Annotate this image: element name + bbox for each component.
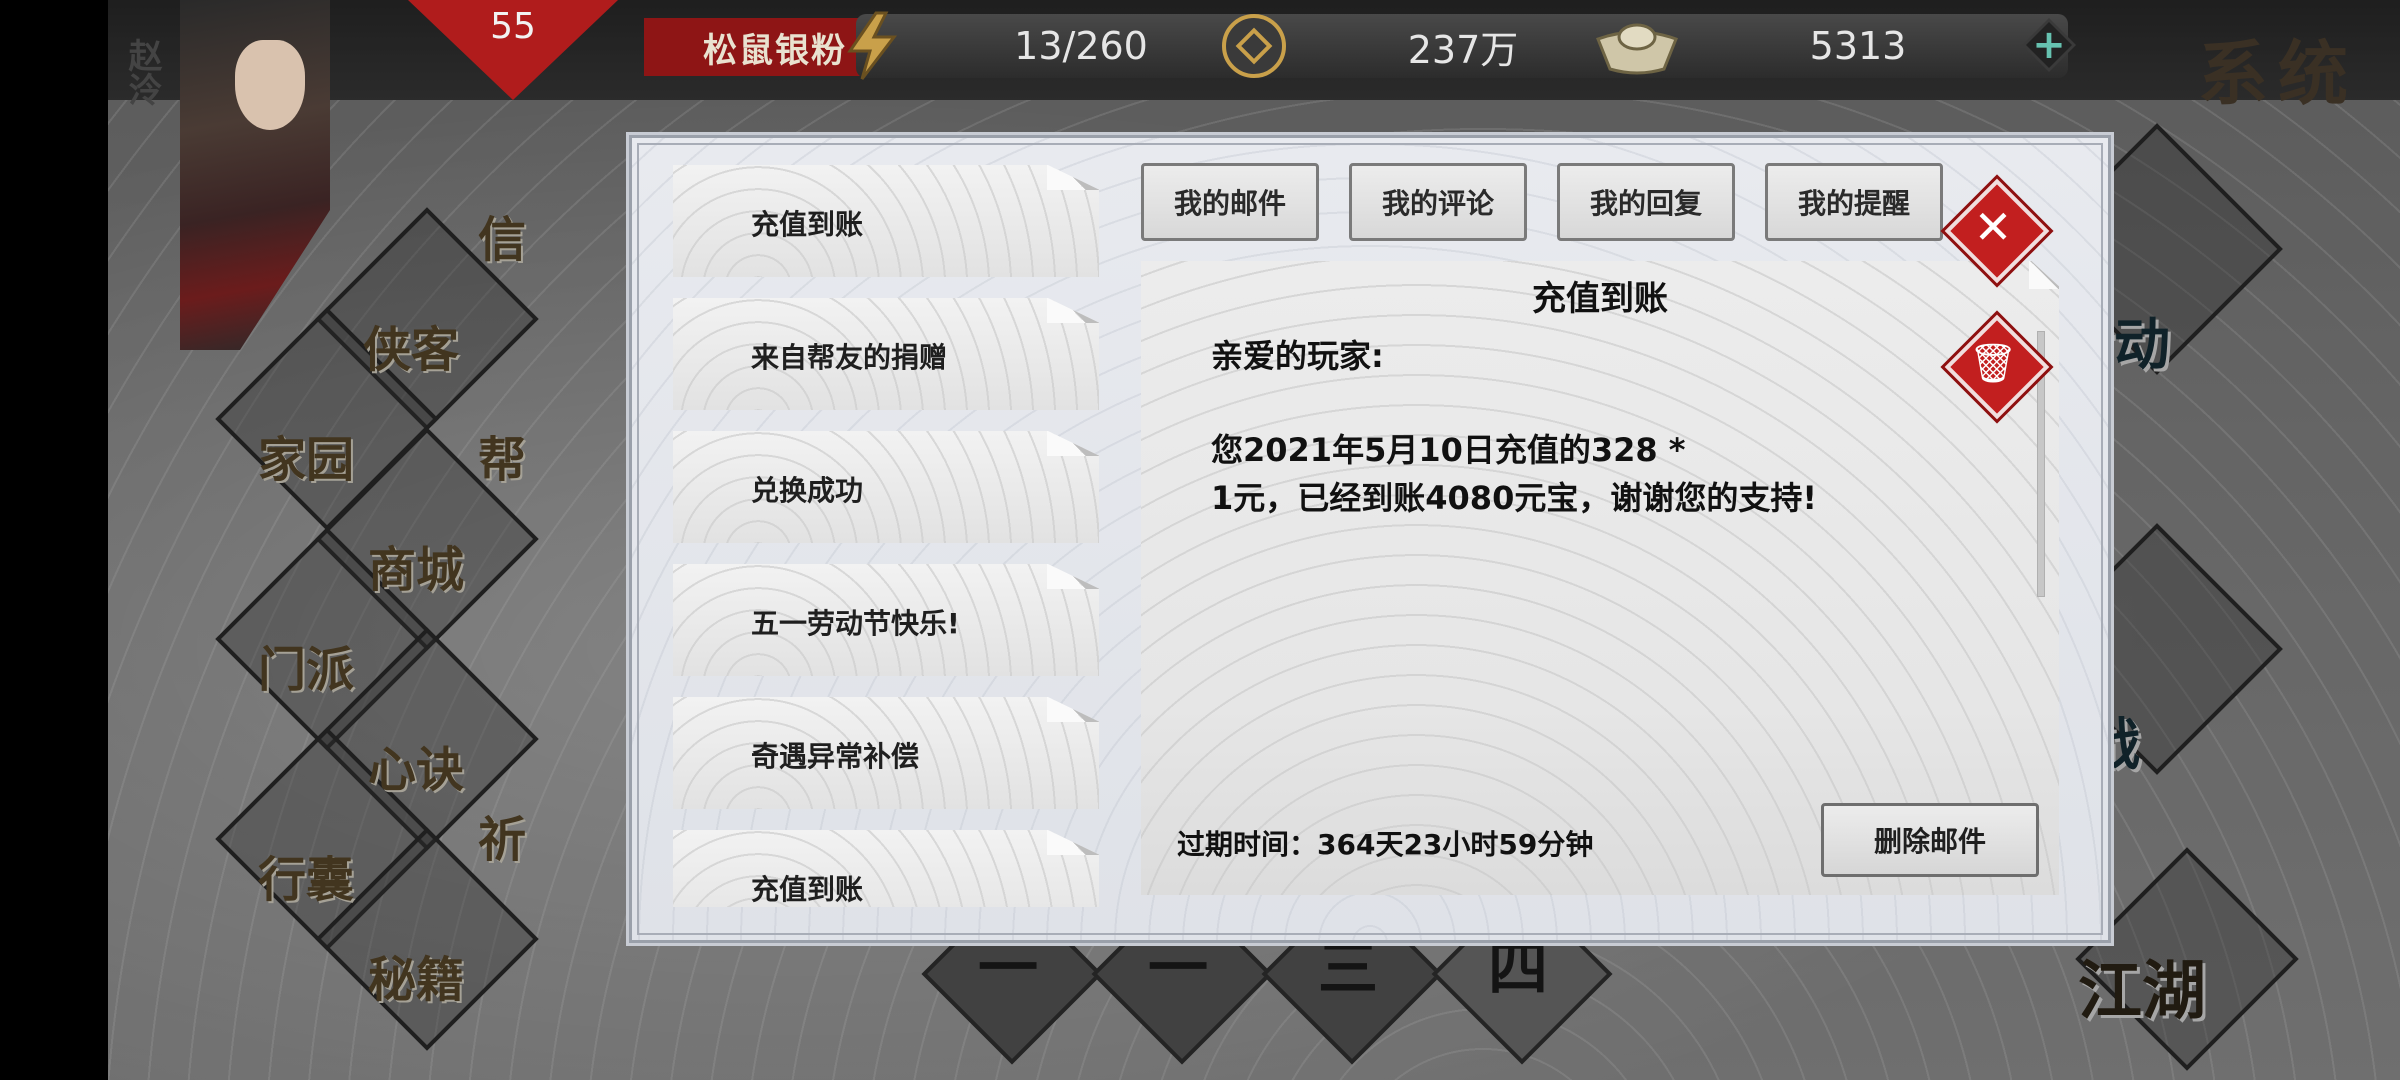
tab-my-mail[interactable]: 我的邮件 <box>1141 163 1319 241</box>
player-level: 55 <box>490 6 536 47</box>
menu-label-pray[interactable]: 祈 <box>478 800 526 870</box>
lightning-icon <box>836 10 908 82</box>
mail-body-line-1: 您2021年5月10日充值的328 * <box>1211 431 1686 469</box>
energy-value: 13/260 <box>1014 24 1148 68</box>
mail-item-label: 五一劳动节快乐! <box>751 607 960 640</box>
mail-dialog: 充值到账 来自帮友的捐赠 兑换成功 五一劳动节快乐! 奇遇异常补偿 充值到账 我… <box>626 132 2114 946</box>
player-name: 赵泠 <box>122 38 162 106</box>
energy-resource: 13/260 + <box>847 11 1284 80</box>
menu-label-mail[interactable]: 信 <box>478 200 526 270</box>
mail-body-line-2: 1元，已经到账4080元宝，谢谢您的支持! <box>1211 479 1817 517</box>
mail-item[interactable]: 充值到账 <box>673 165 1099 277</box>
mail-item[interactable]: 来自帮友的捐赠 <box>673 298 1099 410</box>
mail-item-label: 奇遇异常补偿 <box>751 740 920 773</box>
menu-label-skill[interactable]: 心诀 <box>368 730 464 800</box>
copper-coin-icon <box>1218 10 1290 82</box>
mail-item-label: 充值到账 <box>751 873 864 906</box>
mail-item[interactable]: 五一劳动节快乐! <box>673 564 1099 676</box>
mail-item-label: 充值到账 <box>751 208 864 241</box>
menu-label-home[interactable]: 家园 <box>258 420 354 490</box>
menu-label-hero[interactable]: 侠客 <box>363 310 459 380</box>
delete-mail-button[interactable]: 删除邮件 <box>1821 803 2039 877</box>
mail-item[interactable]: 充值到账 <box>673 830 1099 907</box>
menu-label-sect[interactable]: 门派 <box>258 630 354 700</box>
ingot-resource: 5313 + <box>1596 14 2076 78</box>
menu-label-shop[interactable]: 商城 <box>368 530 464 600</box>
mail-expire-time: 过期时间：364天23小时59分钟 <box>1177 828 1594 861</box>
gold-ingot-icon <box>1592 10 1682 82</box>
mail-item[interactable]: 兑换成功 <box>673 431 1099 543</box>
menu-label-guild[interactable]: 帮 <box>478 420 526 490</box>
tab-my-reminders[interactable]: 我的提醒 <box>1765 163 1943 241</box>
mail-item-label: 来自帮友的捐赠 <box>751 341 948 374</box>
jianghu-label[interactable]: 江湖 <box>2078 940 2206 1032</box>
mail-content-panel: 充值到账 亲爱的玩家: 您2021年5月10日充值的328 * 1元，已经到账4… <box>1141 261 2059 895</box>
mail-greeting: 亲爱的玩家: <box>1211 337 1384 375</box>
mail-list[interactable]: 充值到账 来自帮友的捐赠 兑换成功 五一劳动节快乐! 奇遇异常补偿 充值到账 <box>673 165 1101 907</box>
menu-label-book[interactable]: 秘籍 <box>368 940 464 1010</box>
mail-item-label: 兑换成功 <box>751 474 864 507</box>
mail-title: 充值到账 <box>1532 279 1668 319</box>
player-avatar[interactable] <box>180 0 330 350</box>
tab-my-replies[interactable]: 我的回复 <box>1557 163 1735 241</box>
system-label[interactable]: 系统 <box>2198 18 2358 119</box>
game-screen: 侠客 家园 帮 商城 门派 心诀 行囊 秘籍 信 祈 活动 对战 江湖 一 一 … <box>108 0 2400 1080</box>
menu-label-bag[interactable]: 行囊 <box>258 840 354 910</box>
tab-my-comments[interactable]: 我的评论 <box>1349 163 1527 241</box>
mail-item[interactable]: 奇遇异常补偿 <box>673 697 1099 809</box>
ingot-value: 5313 <box>1809 24 1907 68</box>
